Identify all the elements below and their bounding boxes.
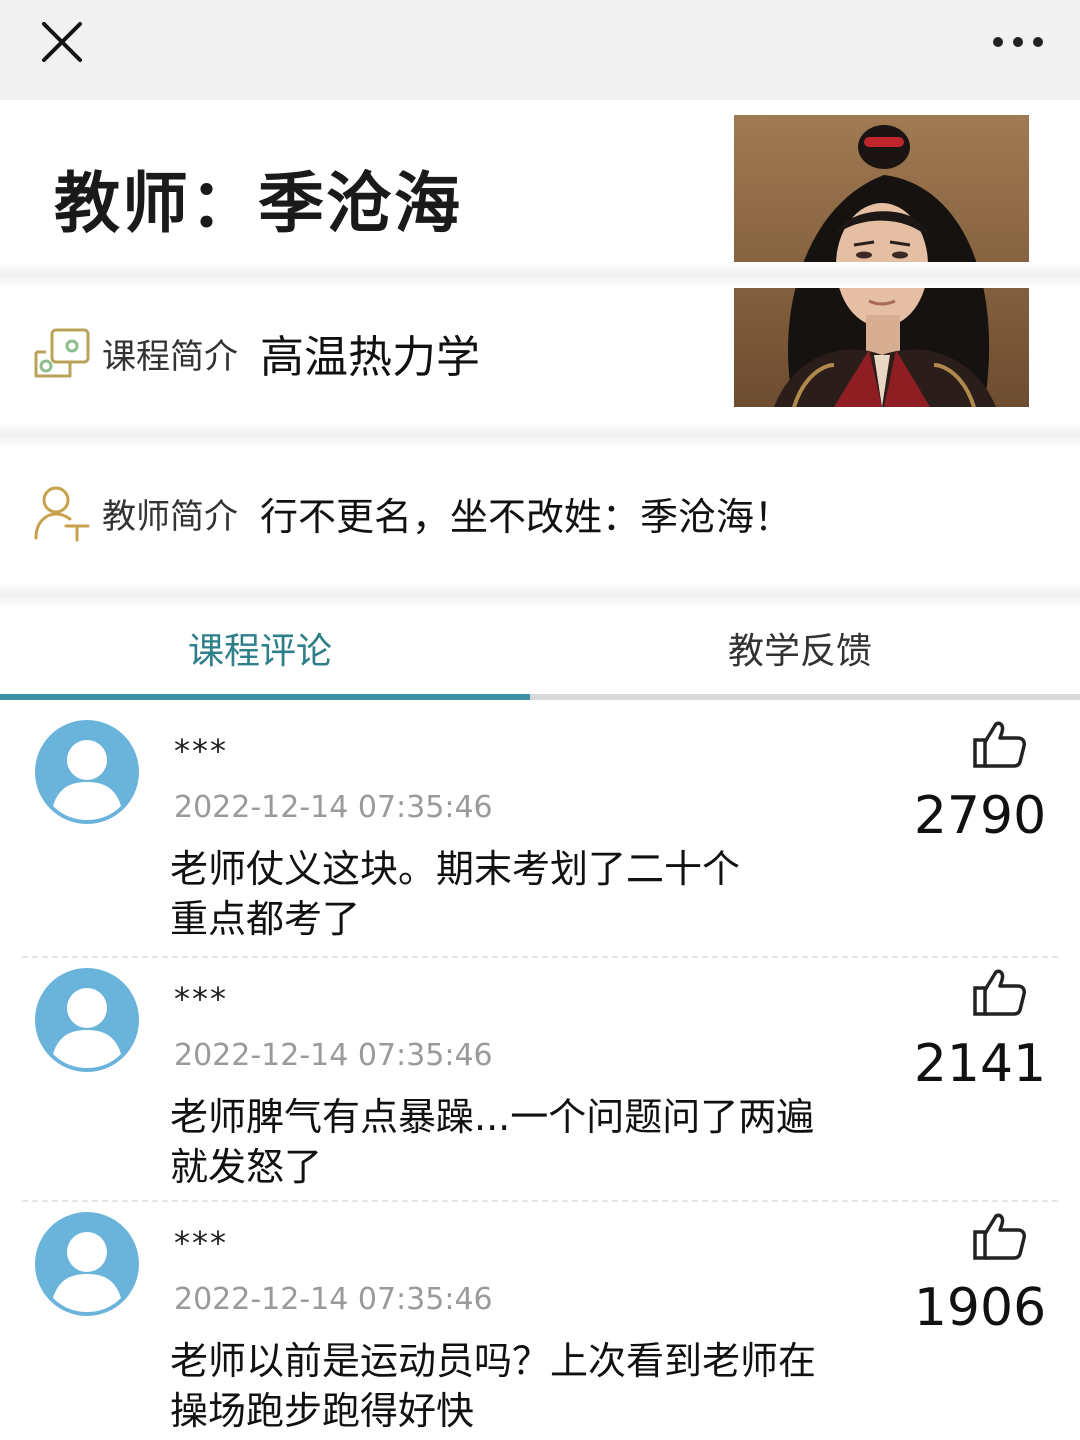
- comment-text-line: 老师以前是运动员吗？上次看到老师在: [170, 1339, 817, 1383]
- comment-text-line: 就发怒了: [170, 1145, 323, 1189]
- teacher-intro-icon: [30, 482, 92, 544]
- course-name: 高温热力学: [260, 332, 480, 383]
- section-separator: [0, 422, 1080, 448]
- thumbs-up-icon[interactable]: [972, 720, 1028, 770]
- comment-text: 老师仗义这块。期末考划了二十个 重点都考了: [170, 844, 860, 944]
- thumbs-up-icon[interactable]: [972, 1212, 1028, 1262]
- teacher-title: 教师：季沧海: [54, 165, 462, 242]
- comment-timestamp: 2022-12-14 07:35:46: [174, 1038, 493, 1073]
- like-count: 2790: [913, 786, 1047, 846]
- comment-item: *** 2022-12-14 07:35:46 老师以前是运动员吗？上次看到老师…: [0, 1192, 1080, 1440]
- course-intro-label: 课程简介: [102, 336, 238, 377]
- close-icon[interactable]: [36, 20, 88, 64]
- teacher-intro-label: 教师简介: [102, 496, 238, 537]
- section-separator: [0, 582, 1080, 608]
- like-count: 2141: [913, 1034, 1047, 1094]
- comment-username: ***: [174, 1224, 228, 1262]
- comment-text-line: 老师仗义这块。期末考划了二十个: [170, 847, 741, 891]
- comment-username: ***: [174, 732, 228, 770]
- course-intro-row: 课程简介 高温热力学: [30, 318, 480, 388]
- comment-text-line: 重点都考了: [170, 897, 361, 941]
- course-intro-icon: [30, 322, 92, 384]
- top-bar: [0, 0, 1080, 100]
- comment-timestamp: 2022-12-14 07:35:46: [174, 1282, 493, 1317]
- like-count: 1906: [913, 1278, 1047, 1338]
- comment-text-line: 老师脾气有点暴躁...一个问题问了两遍: [170, 1095, 815, 1139]
- more-horizontal-icon[interactable]: [990, 30, 1046, 54]
- section-separator: [0, 262, 1080, 288]
- user-avatar-icon[interactable]: [35, 968, 139, 1072]
- comment-timestamp: 2022-12-14 07:35:46: [174, 790, 493, 825]
- user-avatar-icon[interactable]: [35, 720, 139, 824]
- user-avatar-icon[interactable]: [35, 1212, 139, 1316]
- comment-item: *** 2022-12-14 07:35:46 老师脾气有点暴躁...一个问题问…: [0, 948, 1080, 1200]
- tab-course-comments[interactable]: 课程评论: [130, 622, 390, 682]
- teacher-portrait: [734, 115, 1029, 407]
- teacher-intro-row: 教师简介 行不更名，坐不改姓：季沧海！: [30, 478, 792, 548]
- comment-item: *** 2022-12-14 07:35:46 老师仗义这块。期末考划了二十个 …: [0, 700, 1080, 956]
- teacher-intro-text: 行不更名，坐不改姓：季沧海！: [260, 494, 793, 539]
- comment-text-line: 操场跑步跑得好快: [170, 1389, 475, 1433]
- comment-text: 老师以前是运动员吗？上次看到老师在 操场跑步跑得好快: [170, 1336, 860, 1436]
- comment-text: 老师脾气有点暴躁...一个问题问了两遍 就发怒了: [170, 1092, 860, 1192]
- comment-username: ***: [174, 980, 228, 1018]
- tab-teaching-feedback[interactable]: 教学反馈: [670, 622, 930, 682]
- thumbs-up-icon[interactable]: [972, 968, 1028, 1018]
